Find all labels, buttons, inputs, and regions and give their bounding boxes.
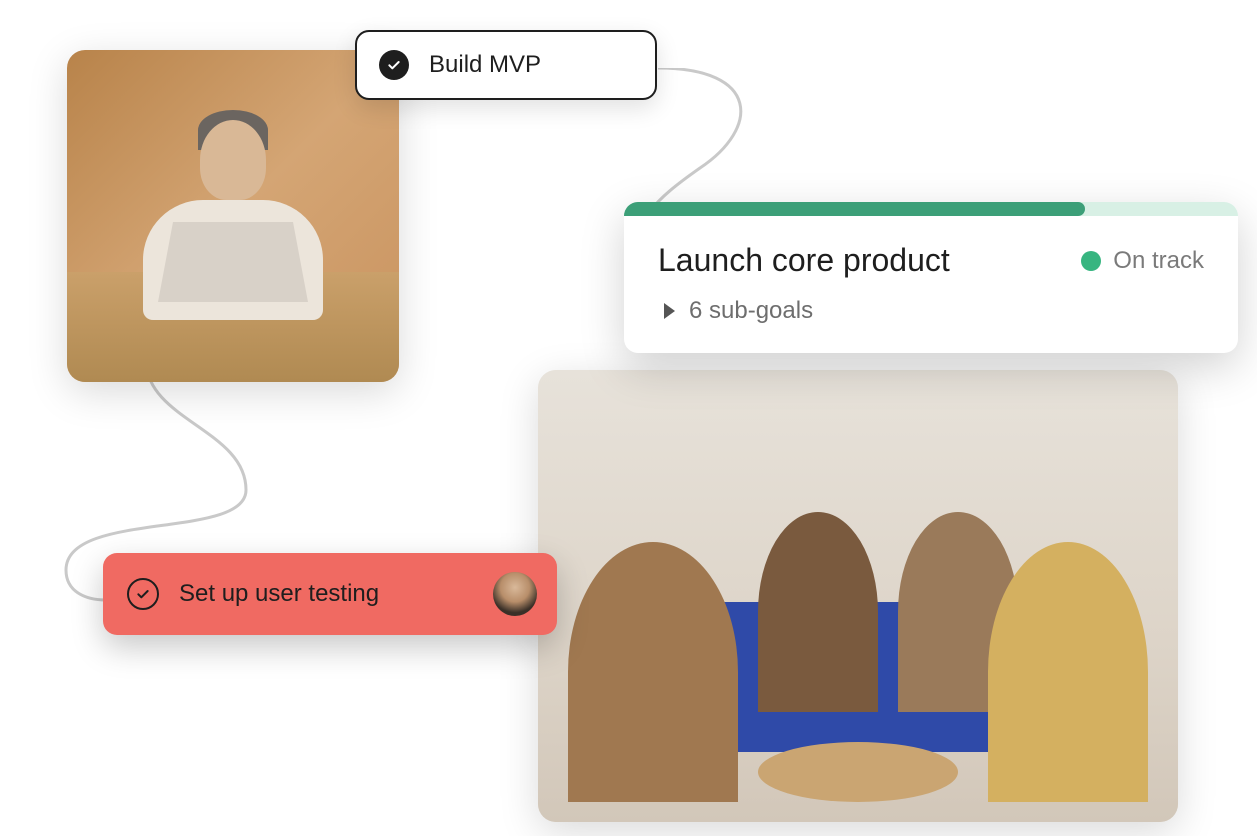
hero-photo-team — [538, 370, 1178, 822]
sub-goals-label: 6 sub-goals — [689, 297, 813, 325]
hero-photo-individual — [67, 50, 399, 382]
goal-title: Launch core product — [658, 242, 950, 279]
check-filled-icon — [379, 50, 409, 80]
check-outline-icon[interactable] — [127, 578, 159, 610]
progress-bar — [624, 202, 1238, 216]
task-label: Set up user testing — [179, 580, 493, 608]
progress-fill — [624, 202, 1085, 216]
canvas: Build MVP Launch core product On track 6… — [0, 0, 1257, 836]
status-dot-icon — [1081, 251, 1101, 271]
task-card-build-mvp[interactable]: Build MVP — [355, 30, 657, 100]
task-card-user-testing[interactable]: Set up user testing — [103, 553, 557, 635]
sub-goals-toggle[interactable]: 6 sub-goals — [658, 297, 1204, 325]
status-badge: On track — [1081, 247, 1204, 275]
goal-card-launch-core-product[interactable]: Launch core product On track 6 sub-goals — [624, 202, 1238, 353]
assignee-avatar[interactable] — [493, 572, 537, 616]
caret-right-icon — [664, 303, 675, 319]
status-label: On track — [1113, 247, 1204, 275]
task-label: Build MVP — [429, 51, 541, 79]
